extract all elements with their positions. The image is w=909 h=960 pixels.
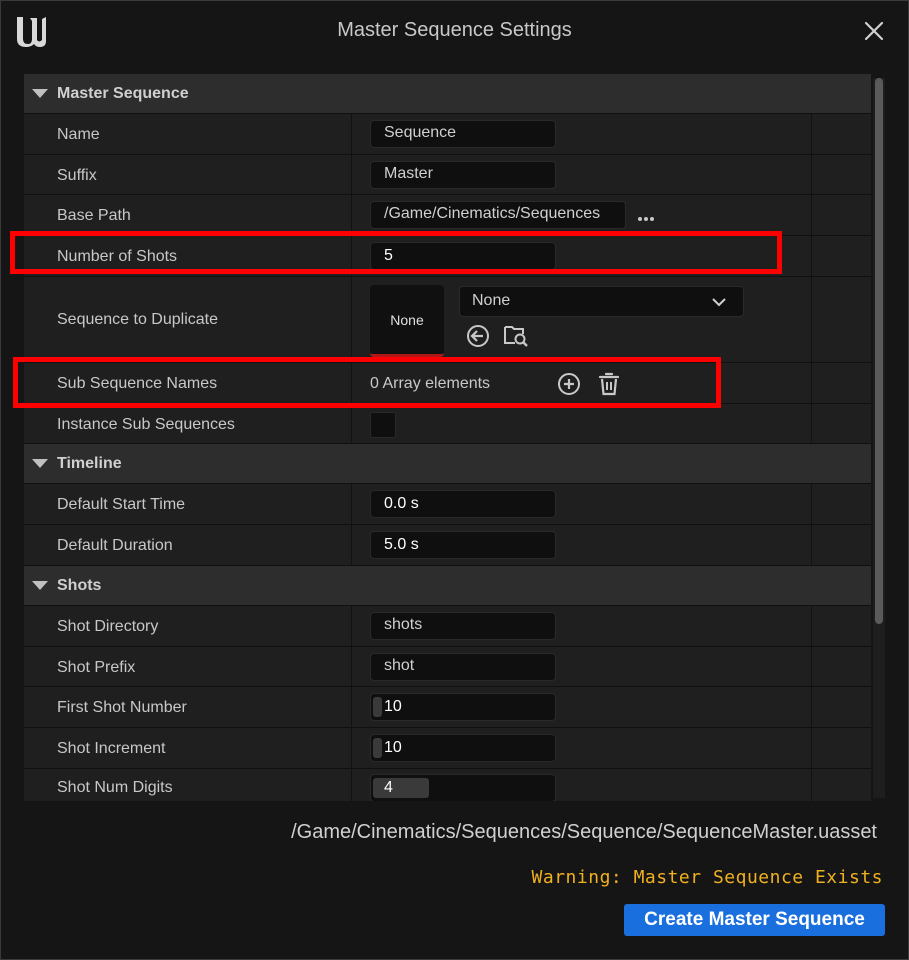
property-label: Shot Num Digits bbox=[57, 779, 173, 796]
slider-fill bbox=[373, 778, 429, 798]
category-master-sequence[interactable]: Master Sequence bbox=[24, 74, 871, 114]
shot-increment-input[interactable]: 10 bbox=[370, 734, 556, 762]
category-label: Master Sequence bbox=[57, 85, 189, 102]
property-row-sub-sequence-names: Sub Sequence Names 0 Array elements bbox=[24, 363, 871, 404]
category-label: Timeline bbox=[57, 455, 122, 472]
asset-thumbnail[interactable]: None bbox=[370, 285, 444, 357]
instance-sub-sequences-checkbox[interactable] bbox=[370, 412, 396, 438]
property-row-shot-increment: Shot Increment 10 bbox=[24, 728, 871, 769]
shot-num-digits-input[interactable]: 4 bbox=[370, 774, 556, 801]
use-selected-asset-icon[interactable] bbox=[465, 323, 491, 349]
create-master-sequence-button[interactable]: Create Master Sequence bbox=[624, 904, 885, 936]
window-title: Master Sequence Settings bbox=[337, 19, 572, 41]
property-row-base-path: Base Path /Game/Cinematics/Sequences bbox=[24, 195, 871, 236]
number-value: 10 bbox=[384, 739, 402, 756]
property-row-instance-sub-sequences: Instance Sub Sequences bbox=[24, 404, 871, 444]
property-label: Shot Increment bbox=[57, 740, 166, 757]
number-value: 0.0 s bbox=[384, 495, 419, 512]
collapse-arrow-icon[interactable] bbox=[32, 459, 48, 468]
trash-icon[interactable] bbox=[596, 371, 622, 397]
scrollbar-thumb[interactable] bbox=[875, 78, 883, 624]
property-label: Number of Shots bbox=[57, 248, 178, 265]
property-label: First Shot Number bbox=[57, 699, 187, 716]
property-row-sequence-to-duplicate: Sequence to Duplicate None None bbox=[24, 277, 871, 363]
property-label: Sequence to Duplicate bbox=[57, 311, 218, 328]
asset-path-text: /Game/Cinematics/Sequences/Sequence/Sequ… bbox=[291, 821, 877, 843]
category-timeline[interactable]: Timeline bbox=[24, 444, 871, 484]
shot-prefix-input[interactable]: shot bbox=[370, 653, 556, 681]
browse-asset-icon[interactable] bbox=[503, 322, 529, 348]
number-of-shots-input[interactable]: 5 bbox=[370, 242, 556, 270]
base-path-input[interactable]: /Game/Cinematics/Sequences bbox=[370, 201, 626, 229]
close-icon[interactable] bbox=[863, 20, 885, 42]
number-value: 5 bbox=[384, 247, 393, 264]
property-row-default-start-time: Default Start Time 0.0 s bbox=[24, 484, 871, 525]
property-label: Name bbox=[57, 126, 100, 143]
first-shot-number-input[interactable]: 10 bbox=[370, 693, 556, 721]
start-time-input[interactable]: 0.0 s bbox=[370, 490, 556, 518]
property-row-first-shot-number: First Shot Number 10 bbox=[24, 687, 871, 728]
property-row-number-of-shots: Number of Shots 5 bbox=[24, 236, 871, 277]
scrollbar[interactable] bbox=[873, 78, 885, 798]
shot-directory-input[interactable]: shots bbox=[370, 612, 556, 640]
property-label: Shot Directory bbox=[57, 618, 159, 635]
property-row-shot-num-digits: Shot Num Digits 4 bbox=[24, 769, 871, 801]
suffix-input[interactable]: Master bbox=[370, 161, 556, 189]
add-element-icon[interactable] bbox=[556, 371, 582, 397]
dialog-window: Master Sequence Settings Master Sequence… bbox=[0, 0, 909, 960]
property-row-default-duration: Default Duration 5.0 s bbox=[24, 525, 871, 566]
details-panel: Master Sequence Name Sequence Suffix Mas… bbox=[24, 74, 871, 801]
property-label: Base Path bbox=[57, 207, 131, 224]
duration-input[interactable]: 5.0 s bbox=[370, 531, 556, 559]
category-label: Shots bbox=[57, 577, 102, 594]
property-row-shot-prefix: Shot Prefix shot bbox=[24, 647, 871, 687]
property-label: Suffix bbox=[57, 167, 97, 184]
property-row-suffix: Suffix Master bbox=[24, 155, 871, 195]
array-count: 0 Array elements bbox=[370, 375, 491, 392]
number-value: 4 bbox=[384, 779, 393, 796]
property-label: Sub Sequence Names bbox=[57, 375, 218, 392]
name-input[interactable]: Sequence bbox=[370, 120, 556, 148]
property-row-name: Name Sequence bbox=[24, 114, 871, 155]
sequence-asset-dropdown[interactable]: None bbox=[459, 286, 744, 317]
browse-ellipsis-icon[interactable] bbox=[637, 216, 655, 222]
property-label: Instance Sub Sequences bbox=[57, 416, 235, 433]
chevron-down-icon bbox=[712, 298, 726, 307]
number-value: 10 bbox=[384, 698, 402, 715]
category-shots[interactable]: Shots bbox=[24, 566, 871, 606]
dropdown-value: None bbox=[472, 292, 511, 309]
property-label: Shot Prefix bbox=[57, 659, 136, 676]
slider-fill bbox=[373, 738, 382, 758]
number-value: 5.0 s bbox=[384, 536, 419, 553]
collapse-arrow-icon[interactable] bbox=[32, 89, 48, 98]
warning-text: Warning: Master Sequence Exists bbox=[531, 867, 883, 888]
slider-fill bbox=[373, 697, 382, 717]
property-label: Default Start Time bbox=[57, 496, 186, 513]
property-row-shot-directory: Shot Directory shots bbox=[24, 606, 871, 647]
collapse-arrow-icon[interactable] bbox=[32, 581, 48, 590]
property-label: Default Duration bbox=[57, 537, 173, 554]
